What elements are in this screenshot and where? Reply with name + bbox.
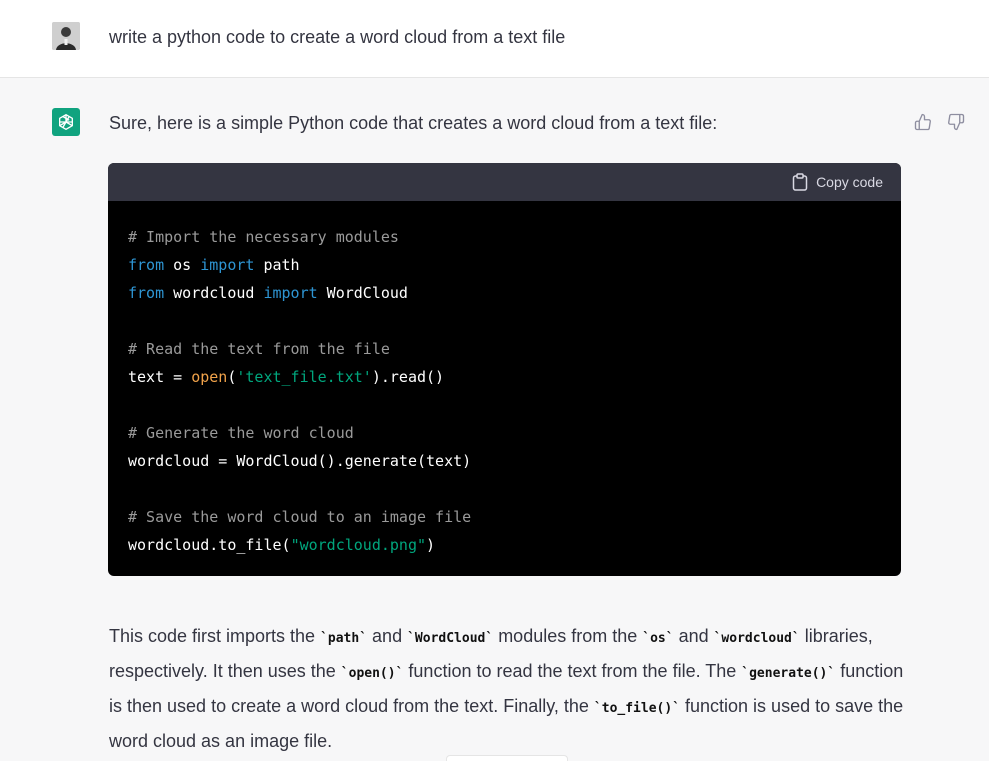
user-avatar — [52, 22, 80, 50]
user-photo-avatar — [52, 22, 80, 50]
assistant-message-row: Sure, here is a simple Python code that … — [0, 78, 989, 761]
code-body: # Import the necessary modules from os i… — [108, 201, 901, 576]
code-comment: # Import the necessary modules — [128, 228, 399, 246]
code-string: "wordcloud.png" — [290, 536, 427, 554]
code-line: # Save the word cloud to an image file — [128, 503, 881, 531]
code-line: # Read the text from the file — [128, 335, 881, 363]
code-line: text = open('text_file.txt').read() — [128, 363, 881, 391]
code-text: wordcloud.to_file( — [128, 536, 291, 554]
code-keyword: import — [200, 256, 255, 274]
inline-code: `to_file()` — [593, 701, 681, 716]
code-keyword: from — [128, 256, 165, 274]
code-text: ) — [426, 536, 436, 554]
user-message-row: write a python code to create a word clo… — [0, 0, 989, 78]
code-line: # Generate the word cloud — [128, 419, 881, 447]
code-line: # Import the necessary modules — [128, 223, 881, 251]
explanation-text: and — [367, 626, 408, 646]
assistant-avatar — [52, 108, 80, 136]
user-message-text: write a python code to create a word clo… — [109, 27, 566, 47]
code-line: from os import path — [128, 251, 881, 279]
assistant-intro-text: Sure, here is a simple Python code that … — [109, 113, 718, 133]
explanation-text: modules from the — [493, 626, 643, 646]
code-text: WordCloud — [317, 284, 408, 302]
inline-code: `wordcloud` — [713, 631, 800, 646]
code-text: os — [164, 256, 201, 274]
explanation-text: and — [673, 626, 714, 646]
copy-code-button[interactable]: Copy code — [792, 172, 883, 192]
explanation-text: function to read the text from the file.… — [403, 661, 742, 681]
thumbs-up-icon — [914, 113, 931, 131]
clipboard-icon — [792, 173, 808, 191]
assistant-explanation: This code first imports the `path` and `… — [109, 620, 909, 758]
inline-code: `open()` — [340, 666, 404, 681]
code-line: from wordcloud import WordCloud — [128, 279, 881, 307]
code-comment: # Read the text from the file — [128, 340, 390, 358]
inline-code: `os` — [642, 631, 674, 646]
code-line: wordcloud.to_file("wordcloud.png") — [128, 531, 881, 559]
code-block: Copy code # Import the necessary modules… — [108, 163, 901, 576]
code-text: text = — [128, 368, 192, 386]
inline-code: `WordCloud` — [407, 631, 494, 646]
thumbs-up-button[interactable] — [913, 112, 933, 132]
regenerate-button-edge[interactable] — [446, 755, 568, 761]
code-keyword: from — [128, 284, 165, 302]
thumbs-down-button[interactable] — [946, 112, 966, 132]
inline-code: `path` — [320, 631, 368, 646]
code-comment: # Generate the word cloud — [128, 424, 354, 442]
copy-code-label: Copy code — [816, 174, 883, 190]
explanation-text: This code first imports the — [109, 626, 321, 646]
code-line: wordcloud = WordCloud().generate(text) — [128, 447, 881, 475]
code-text: path — [254, 256, 300, 274]
code-text: wordcloud = WordCloud().generate(text) — [128, 452, 472, 470]
code-builtin: open — [191, 368, 228, 386]
code-keyword: import — [263, 284, 318, 302]
openai-logo-icon — [59, 114, 74, 130]
code-text: wordcloud — [164, 284, 264, 302]
code-text: ).read() — [371, 368, 445, 386]
code-block-header: Copy code — [108, 163, 901, 201]
code-comment: # Save the word cloud to an image file — [128, 508, 472, 526]
thumbs-down-icon — [948, 113, 965, 131]
inline-code: `generate()` — [741, 666, 836, 681]
code-string: 'text_file.txt' — [236, 368, 372, 386]
